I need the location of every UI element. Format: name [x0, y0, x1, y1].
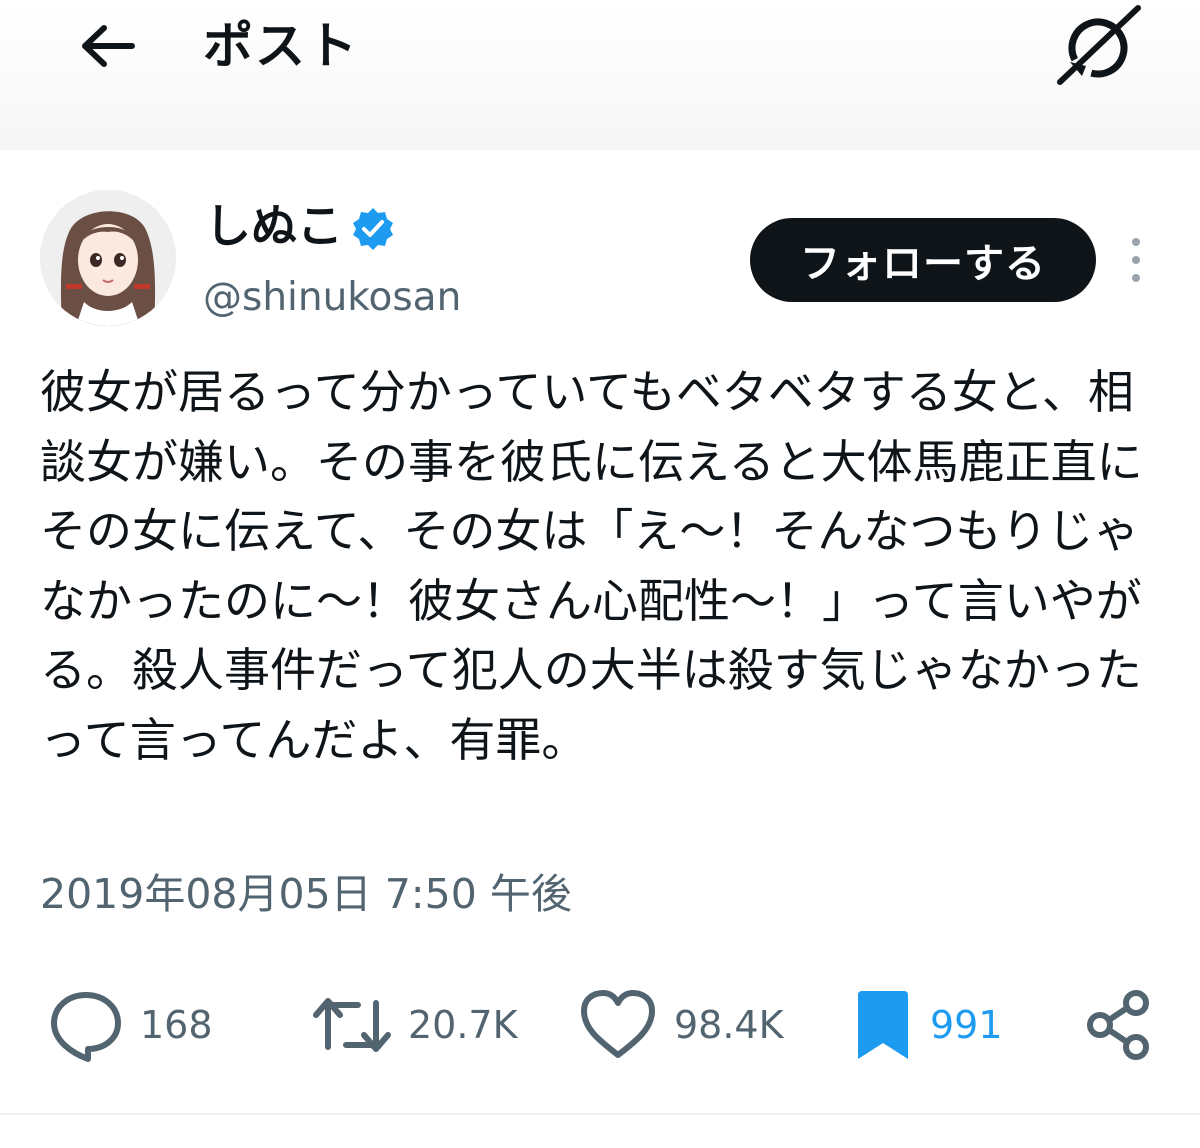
display-name[interactable]: しぬこ: [205, 196, 343, 256]
avatar-illustration-icon: [40, 190, 176, 326]
verified-badge-icon: [353, 208, 393, 250]
repost-button[interactable]: 20.7K: [312, 980, 518, 1070]
grok-button[interactable]: [1052, 4, 1144, 88]
share-button[interactable]: [1084, 980, 1154, 1070]
like-count: 98.4K: [674, 1003, 784, 1047]
more-vertical-icon-dot: [1132, 274, 1140, 282]
bookmark-button[interactable]: 991: [852, 980, 1003, 1070]
more-vertical-icon: [1132, 238, 1140, 246]
more-options-button[interactable]: [1118, 232, 1154, 288]
action-bar: 168 20.7K 98.4K 991: [0, 980, 1200, 1070]
reply-button[interactable]: 168: [48, 980, 213, 1070]
heart-icon: [581, 990, 655, 1058]
reply-icon: [51, 992, 121, 1062]
post-text: 彼女が居るって分かっていてもベタベタする女と、相談女が嫌い。その事を彼氏に伝える…: [40, 365, 1143, 767]
page-title: ポスト: [203, 17, 359, 75]
arrow-left-icon: [82, 25, 135, 67]
repost-icon: [313, 998, 391, 1052]
avatar[interactable]: [40, 190, 176, 326]
reply-count: 168: [140, 1003, 213, 1047]
bookmark-icon: [858, 991, 908, 1059]
post-timestamp[interactable]: 2019年08月05日 7:50 午後: [40, 862, 572, 926]
more-vertical-icon-dot: [1132, 256, 1140, 264]
share-icon: [1087, 990, 1149, 1060]
user-handle[interactable]: @shinukosan: [203, 270, 461, 326]
follow-button[interactable]: フォローする: [750, 218, 1096, 302]
like-button[interactable]: 98.4K: [578, 980, 784, 1070]
post-detail-screen: ポスト しぬこ @shinukosan フォローする 彼女が居るって分かっていて…: [0, 0, 1200, 1148]
back-button[interactable]: [72, 18, 142, 74]
top-header: ポスト: [0, 0, 1200, 150]
grok-icon: [1057, 5, 1141, 85]
repost-count: 20.7K: [408, 1003, 518, 1047]
divider: [0, 1113, 1200, 1115]
bookmark-count: 991: [930, 1003, 1003, 1047]
